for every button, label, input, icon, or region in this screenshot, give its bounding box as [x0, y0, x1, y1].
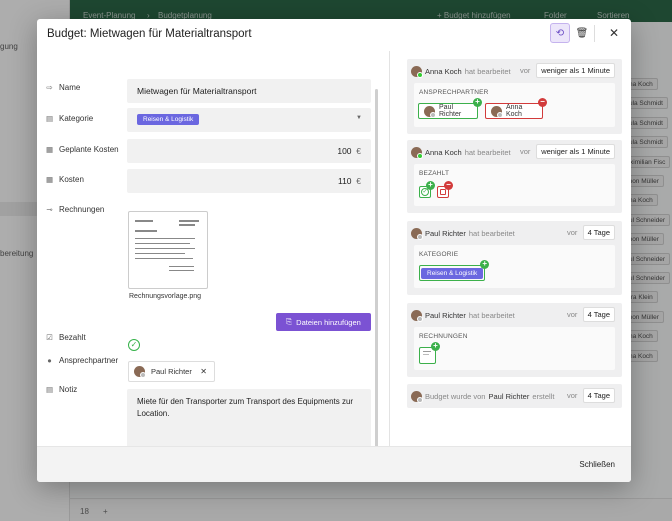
avatar [411, 309, 423, 322]
budget-form: ⇨ Name Mietwagen für Materialtransport ▤ K… [37, 49, 389, 469]
history-time: 4 Tage [582, 388, 615, 403]
avatar [411, 146, 423, 159]
kosten-label: ▦ Kosten [46, 175, 84, 184]
removed-icon: − [444, 181, 453, 190]
history-time: 4 Tage [582, 225, 615, 240]
avatar [491, 105, 503, 118]
file-add-icon: ⎘ [286, 317, 293, 326]
history-user: Paul Richter [425, 228, 466, 238]
added-icon: + [431, 342, 440, 351]
close-icon: ✕ [608, 26, 620, 40]
added-icon: + [473, 98, 482, 107]
checkbox-icon: ☑ [46, 333, 53, 342]
modal-footer: Schließen [37, 446, 631, 482]
history-panel: Anna Koch hat bearbeitet vor weniger als … [407, 49, 622, 446]
history-field: KATEGORIE [419, 251, 459, 258]
added-category: Reisen & Logistik + [419, 260, 490, 281]
history-time: weniger als 1 Minute [536, 144, 615, 159]
notiz-label: ▤ Notiz [46, 385, 78, 394]
added-file-thumbnail: + [419, 342, 440, 364]
calculator-icon: ▦ [46, 145, 54, 154]
note-icon: ▤ [46, 385, 54, 394]
added-icon: + [480, 260, 490, 269]
history-entry: Paul Richter hat bearbeitet vor 4 Tage RE… [407, 303, 622, 377]
contact-chip[interactable]: Paul Richter ✕ [128, 361, 215, 382]
rechnungen-label: ⊸ Rechnungen [46, 205, 105, 214]
paid-check-toggle[interactable]: ✓ [128, 339, 140, 351]
history-entry: Anna Koch hat bearbeitet vor weniger als … [407, 140, 622, 213]
history-user: Anna Koch [425, 147, 462, 157]
history-entry: Paul Richter hat bearbeitet vor 4 Tage KA… [407, 221, 622, 295]
kategorie-select[interactable]: Reisen & Logistik ▼ [127, 108, 371, 132]
list-icon: ▤ [46, 114, 54, 123]
name-icon: ⇨ [46, 83, 53, 92]
added-person: Paul Richter + [418, 98, 482, 119]
kategorie-label: ▤ Kategorie [46, 114, 94, 123]
delete-button[interactable]: 🗑 [572, 23, 592, 43]
history-entry-created: Budget wurde von Paul Richter erstellt vor… [407, 384, 622, 408]
close-button[interactable]: ✕ [604, 23, 624, 43]
geplante-kosten-label: ▦ Geplante Kosten [46, 145, 119, 154]
kosten-field[interactable]: 110 € [127, 169, 371, 193]
history-time: weniger als 1 Minute [536, 63, 615, 78]
history-user: Paul Richter [488, 391, 530, 401]
removed-icon: − [538, 98, 547, 107]
ansprechpartner-label: ● Ansprechpartner [47, 356, 119, 365]
history-user: Anna Koch [425, 66, 462, 76]
invoice-filename[interactable]: Rechnungsvorlage.png [129, 293, 201, 300]
add-files-button[interactable]: ⎘ Dateien hinzufügen [276, 313, 371, 331]
history-user: Paul Richter [425, 310, 466, 320]
modal-header: Budget: Mietwagen für Materialtransport … [37, 19, 631, 49]
avatar [411, 390, 423, 403]
attachment-icon: ⊸ [46, 205, 53, 214]
budget-modal: Budget: Mietwagen für Materialtransport … [37, 19, 631, 482]
added-icon: + [426, 181, 435, 190]
remove-contact-icon[interactable]: ✕ [200, 367, 207, 376]
avatar [424, 105, 436, 118]
history-button[interactable]: ⟲ [550, 23, 570, 43]
history-field: RECHNUNGEN [419, 333, 468, 340]
calculator-icon: ▦ [46, 175, 54, 184]
removed-check: − [437, 181, 453, 198]
history-icon: ⟲ [555, 27, 565, 39]
history-time: 4 Tage [582, 307, 615, 322]
name-field[interactable]: Mietwagen für Materialtransport [127, 79, 371, 103]
history-field: ANSPRECHPARTNER [419, 89, 489, 96]
history-field: BEZAHLT [419, 170, 450, 177]
person-icon: ● [47, 356, 52, 365]
bezahlt-label: ☑ Bezahlt [46, 333, 86, 342]
avatar [411, 65, 423, 78]
avatar [134, 366, 146, 378]
avatar [411, 227, 423, 240]
contact-name: Paul Richter [151, 367, 192, 376]
invoice-thumbnail[interactable] [128, 211, 208, 289]
geplante-kosten-field[interactable]: 100 € [127, 139, 371, 163]
header-divider [594, 25, 595, 42]
modal-title: Budget: Mietwagen für Materialtransport [47, 28, 252, 40]
form-scrollbar[interactable] [375, 89, 378, 469]
panel-divider [389, 51, 390, 446]
removed-person: Anna Koch − [485, 98, 547, 119]
name-label: ⇨ Name [46, 83, 81, 92]
close-modal-button[interactable]: Schließen [579, 460, 615, 469]
added-check: ✓ + [419, 181, 435, 198]
trash-icon: 🗑 [575, 27, 589, 39]
category-tag: Reisen & Logistik [137, 114, 200, 125]
chevron-down-icon: ▼ [356, 115, 362, 121]
history-entry: Anna Koch hat bearbeitet vor weniger als … [407, 59, 622, 134]
